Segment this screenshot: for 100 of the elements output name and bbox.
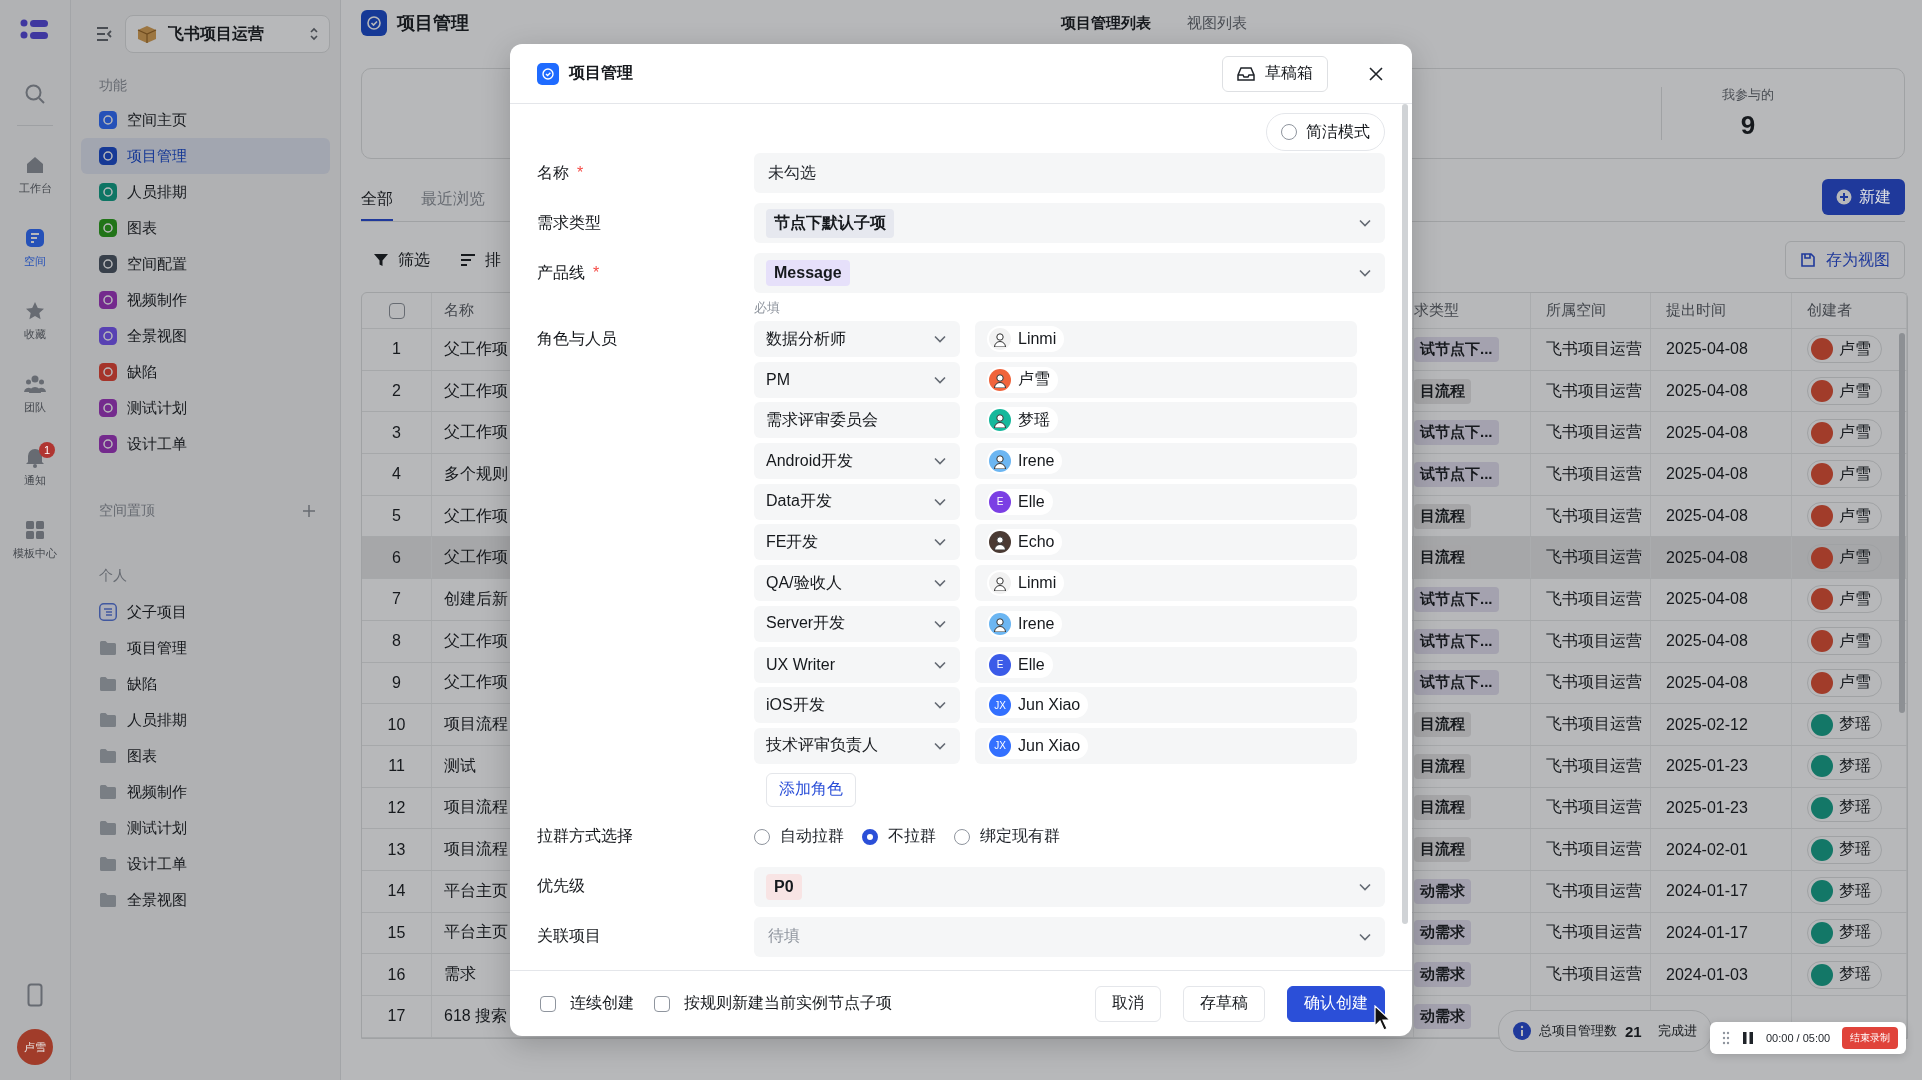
search-icon[interactable]: [24, 83, 46, 105]
sidebar-item[interactable]: 项目管理: [81, 630, 330, 666]
name-field[interactable]: 未勾选: [754, 153, 1385, 193]
person-chip[interactable]: JX Jun Xiao: [987, 732, 1089, 759]
radio-option[interactable]: 绑定现有群: [954, 826, 1060, 848]
rail-item[interactable]: 模板中心: [3, 503, 67, 576]
add-icon[interactable]: [302, 504, 316, 518]
sidebar-item[interactable]: 测试计划: [81, 390, 330, 426]
person-field[interactable]: JX Jun Xiao: [975, 727, 1357, 764]
rail-item[interactable]: 团队: [3, 357, 67, 430]
rail-item[interactable]: 通知 1: [3, 430, 67, 503]
person-field[interactable]: E Elle: [975, 646, 1357, 683]
person-field[interactable]: E Elle: [975, 483, 1357, 520]
select-field[interactable]: P0: [754, 866, 1385, 907]
column-header[interactable]: 提出时间: [1666, 301, 1726, 320]
select-all-checkbox[interactable]: [388, 302, 405, 319]
view-tab[interactable]: 项目管理列表: [1061, 13, 1151, 33]
role-field[interactable]: 需求评审委员会: [754, 402, 960, 439]
select-field[interactable]: 节点下默认子项: [754, 203, 1385, 243]
person-chip[interactable]: E Elle: [987, 651, 1053, 678]
new-button[interactable]: 新建: [1822, 179, 1905, 215]
scrollbar[interactable]: [1899, 333, 1905, 713]
sidebar-item[interactable]: 全景视图: [81, 318, 330, 354]
sidebar-item[interactable]: 缺陷: [81, 354, 330, 390]
sidebar-item[interactable]: 父子项目: [81, 594, 330, 630]
role-select[interactable]: UX Writer: [754, 646, 960, 683]
sidebar-item[interactable]: 视频制作: [81, 774, 330, 810]
role-select[interactable]: Server开发: [754, 605, 960, 642]
dialog-button[interactable]: 存草稿: [1183, 985, 1265, 1022]
drag-handle-icon[interactable]: [1722, 1031, 1730, 1045]
person-chip[interactable]: Linmi: [987, 326, 1065, 352]
person-chip[interactable]: 梦瑶: [987, 407, 1058, 434]
person-field[interactable]: Linmi: [975, 565, 1357, 602]
sidebar-item[interactable]: 全景视图: [81, 882, 330, 918]
rail-item[interactable]: 收藏: [3, 284, 67, 357]
person-chip[interactable]: Irene: [987, 610, 1063, 637]
person-field[interactable]: 卢雪: [975, 361, 1357, 398]
close-icon[interactable]: [1368, 65, 1384, 82]
checkbox-option[interactable]: 按规则新建当前实例节点子项: [654, 993, 892, 1014]
phone-icon[interactable]: [27, 983, 43, 1007]
save-view-button[interactable]: 存为视图: [1785, 241, 1905, 279]
user-avatar[interactable]: 卢雪: [17, 1029, 53, 1065]
dialog-button[interactable]: 取消: [1095, 985, 1161, 1022]
role-select[interactable]: FE开发: [754, 524, 960, 561]
person-field[interactable]: Echo: [975, 524, 1357, 561]
person-chip[interactable]: E Elle: [987, 488, 1053, 515]
person-name: 卢雪: [1018, 369, 1050, 390]
pause-icon[interactable]: [1742, 1031, 1754, 1045]
sort-button[interactable]: 排: [460, 249, 501, 271]
person-field[interactable]: 梦瑶: [975, 402, 1357, 439]
role-select[interactable]: QA/验收人: [754, 565, 960, 602]
person-field[interactable]: Linmi: [975, 321, 1357, 357]
column-header[interactable]: 所属空间: [1546, 301, 1606, 320]
role-select[interactable]: 技术评审负责人: [754, 727, 960, 764]
role-select[interactable]: 数据分析师: [754, 321, 960, 357]
person-chip[interactable]: JX Jun Xiao: [987, 692, 1089, 719]
workspace-switcher[interactable]: 飞书项目运营: [125, 15, 330, 53]
sidebar-item[interactable]: 测试计划: [81, 810, 330, 846]
role-select[interactable]: PM: [754, 361, 960, 398]
sidebar-item[interactable]: 项目管理: [81, 138, 330, 174]
rail-item[interactable]: 工作台: [3, 138, 67, 211]
sidebar-item[interactable]: 视频制作: [81, 282, 330, 318]
person-chip[interactable]: Irene: [987, 448, 1063, 475]
sidebar-item[interactable]: 缺陷: [81, 666, 330, 702]
radio-option[interactable]: 自动拉群: [754, 826, 844, 848]
logo-icon[interactable]: [20, 19, 50, 41]
person-field[interactable]: Irene: [975, 605, 1357, 642]
role-select[interactable]: Data开发: [754, 483, 960, 520]
sidebar-item[interactable]: 空间配置: [81, 246, 330, 282]
filter-button[interactable]: 筛选: [373, 249, 430, 271]
sidebar-item[interactable]: 空间主页: [81, 102, 330, 138]
scrollbar[interactable]: [1402, 104, 1408, 924]
column-header[interactable]: 名称: [444, 301, 474, 320]
role-select[interactable]: Android开发: [754, 443, 960, 480]
person-chip[interactable]: 卢雪: [987, 366, 1058, 393]
column-header[interactable]: 求类型: [1414, 301, 1459, 320]
role-select[interactable]: iOS开发: [754, 687, 960, 724]
confirm-button[interactable]: 确认创建: [1287, 985, 1385, 1022]
person-chip[interactable]: Echo: [987, 529, 1063, 556]
person-chip[interactable]: Linmi: [987, 570, 1065, 597]
sidebar-item[interactable]: 人员排期: [81, 174, 330, 210]
rail-item[interactable]: 空间: [3, 211, 67, 284]
add-role-button[interactable]: 添加角色: [766, 772, 856, 807]
sidebar-item[interactable]: 图表: [81, 210, 330, 246]
list-icon: [99, 603, 117, 621]
sidebar-item[interactable]: 人员排期: [81, 702, 330, 738]
sidebar-item[interactable]: 图表: [81, 738, 330, 774]
drafts-button[interactable]: 草稿箱: [1222, 55, 1328, 92]
person-field[interactable]: JX Jun Xiao: [975, 687, 1357, 724]
sidebar-item[interactable]: 设计工单: [81, 846, 330, 882]
stop-recording-button[interactable]: 结束录制: [1842, 1027, 1899, 1049]
select-field[interactable]: Message: [754, 253, 1385, 293]
person-field[interactable]: Irene: [975, 443, 1357, 480]
radio-option[interactable]: 不拉群: [862, 826, 936, 848]
list-tab[interactable]: 全部: [361, 177, 393, 221]
column-header[interactable]: 创建者: [1807, 301, 1852, 320]
collapse-sidebar-icon[interactable]: [95, 25, 115, 43]
view-tab[interactable]: 视图列表: [1187, 13, 1247, 33]
checkbox-option[interactable]: 连续创建: [540, 993, 634, 1014]
sidebar-item[interactable]: 设计工单: [81, 426, 330, 462]
